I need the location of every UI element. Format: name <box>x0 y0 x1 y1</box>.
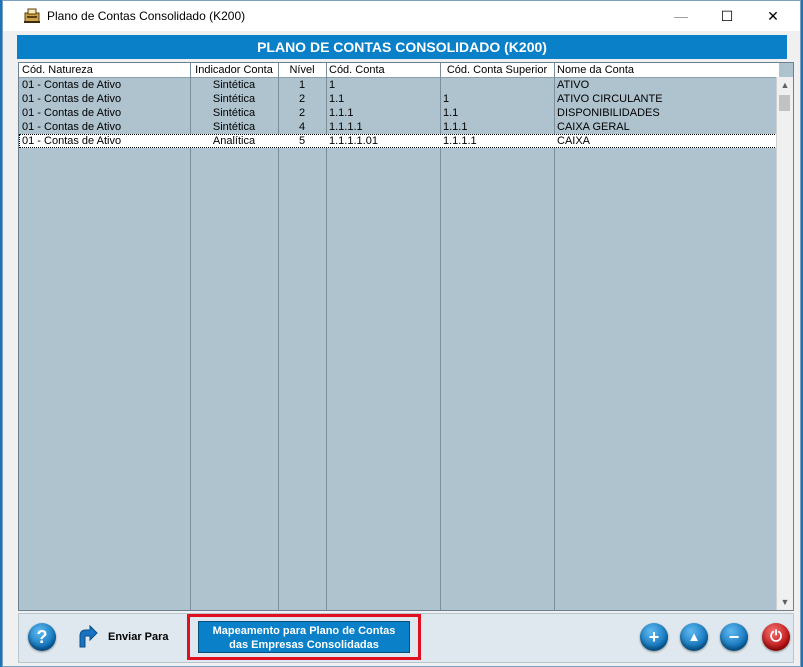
scroll-down-arrow-icon[interactable]: ▼ <box>777 594 793 610</box>
cell-cod-conta: 1 <box>329 79 336 91</box>
footer-toolbar: ? Enviar Para Mapeamento para Plano de C… <box>18 613 794 663</box>
table-row[interactable]: 01 - Contas de Ativo Sintética 4 1.1.1.1… <box>19 120 779 134</box>
cell-natureza: 01 - Contas de Ativo <box>22 93 122 105</box>
cell-nome: DISPONIBILIDADES <box>557 107 660 119</box>
dialog-window: Plano de Contas Consolidado (K200) — ☐ ✕… <box>2 0 801 667</box>
cell-cod-superior <box>443 78 553 92</box>
cell-indicador: Sintética <box>212 121 256 133</box>
cell-cod-conta: 1.1 <box>329 93 345 105</box>
power-button[interactable]: ⏻ <box>762 623 790 651</box>
table-row-selected[interactable]: 01 - Contas de Ativo Analítica 5 1.1.1.1… <box>19 134 779 148</box>
cell-natureza: 01 - Contas de Ativo <box>22 135 122 147</box>
accounts-table[interactable]: Cód. Natureza Indicador Conta Nível Cód.… <box>18 62 794 611</box>
app-icon <box>24 8 40 23</box>
table-row[interactable]: 01 - Contas de Ativo Sintética 1 1 ATIVO <box>19 78 779 92</box>
mapping-button-line2: das Empresas Consolidadas <box>229 639 379 651</box>
move-up-button[interactable]: ▲ <box>680 623 708 651</box>
cell-cod-superior: 1.1 <box>443 107 459 119</box>
send-arrow-icon[interactable] <box>74 623 100 649</box>
vertical-scrollbar[interactable]: ▲ ▼ <box>776 77 793 610</box>
column-header-natureza[interactable]: Cód. Natureza <box>22 63 190 77</box>
cell-nome: CAIXA GERAL <box>557 121 630 133</box>
cell-nome: CAIXA <box>557 135 591 147</box>
table-row[interactable]: 01 - Contas de Ativo Sintética 2 1.1.1 1… <box>19 106 779 120</box>
cell-cod-conta: 1.1.1 <box>329 107 354 119</box>
add-button[interactable]: + <box>640 623 668 651</box>
table-row[interactable]: 01 - Contas de Ativo Sintética 2 1.1 1 A… <box>19 92 779 106</box>
scroll-up-arrow-icon[interactable]: ▲ <box>777 77 793 93</box>
cell-cod-conta: 1.1.1.1 <box>329 121 363 133</box>
cell-natureza: 01 - Contas de Ativo <box>22 121 122 133</box>
close-button[interactable]: ✕ <box>750 1 796 31</box>
cell-nome: ATIVO <box>557 79 590 91</box>
maximize-button[interactable]: ☐ <box>704 1 750 31</box>
column-header-nome[interactable]: Nome da Conta <box>557 63 757 77</box>
cell-natureza: 01 - Contas de Ativo <box>22 79 122 91</box>
cell-nivel: 2 <box>298 93 306 105</box>
minimize-button[interactable]: — <box>658 1 704 31</box>
title-bar: Plano de Contas Consolidado (K200) — ☐ ✕ <box>3 1 800 31</box>
column-header-nivel[interactable]: Nível <box>279 63 325 77</box>
mapping-button-line1: Mapeamento para Plano de Contas <box>212 625 396 637</box>
send-to-label[interactable]: Enviar Para <box>108 631 169 643</box>
cell-indicador: Analítica <box>212 135 256 147</box>
cell-natureza: 01 - Contas de Ativo <box>22 107 122 119</box>
page-title: PLANO DE CONTAS CONSOLIDADO (K200) <box>17 35 787 59</box>
cell-cod-superior: 1 <box>443 93 450 105</box>
column-header-cod-superior[interactable]: Cód. Conta Superior <box>441 63 553 77</box>
mapping-button[interactable]: Mapeamento para Plano de Contas das Empr… <box>198 621 410 653</box>
cell-cod-superior: 1.1.1.1 <box>443 135 477 147</box>
help-button[interactable]: ? <box>28 623 56 651</box>
cell-cod-superior: 1.1.1 <box>443 121 468 133</box>
cell-nivel: 1 <box>298 79 306 91</box>
window-title: Plano de Contas Consolidado (K200) <box>47 9 246 23</box>
column-header-cod-conta[interactable]: Cód. Conta <box>329 63 439 77</box>
cell-nivel: 4 <box>298 121 306 133</box>
cell-nome: ATIVO CIRCULANTE <box>557 93 663 105</box>
cell-cod-conta: 1.1.1.1.01 <box>329 135 378 147</box>
cell-indicador: Sintética <box>212 93 256 105</box>
cell-nivel: 5 <box>298 135 306 147</box>
cell-indicador: Sintética <box>212 107 256 119</box>
remove-button[interactable]: − <box>720 623 748 651</box>
cell-nivel: 2 <box>298 107 306 119</box>
cell-indicador: Sintética <box>212 79 256 91</box>
table-header: Cód. Natureza Indicador Conta Nível Cód.… <box>19 63 779 78</box>
scroll-thumb[interactable] <box>779 95 790 111</box>
column-header-indicador[interactable]: Indicador Conta <box>191 63 277 77</box>
